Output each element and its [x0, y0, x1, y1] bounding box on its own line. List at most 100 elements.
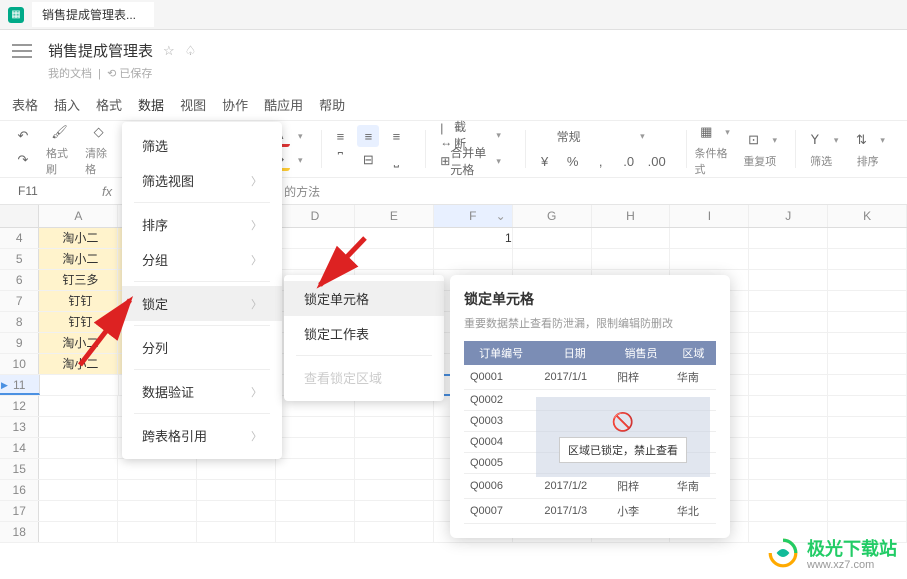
cell[interactable]: [749, 354, 828, 374]
cell[interactable]: [39, 459, 118, 479]
menu-validate[interactable]: 数据验证〉: [122, 374, 282, 409]
cell[interactable]: [197, 501, 276, 521]
cell[interactable]: [276, 438, 355, 458]
menu-insert[interactable]: 插入: [54, 95, 80, 114]
row-header[interactable]: 10: [0, 354, 39, 374]
col-header[interactable]: I: [670, 205, 749, 227]
cell[interactable]: [276, 522, 355, 542]
col-header[interactable]: A: [39, 205, 118, 227]
cell[interactable]: [276, 417, 355, 437]
menu-view[interactable]: 视图: [180, 95, 206, 114]
bell-icon[interactable]: ♤: [185, 43, 197, 59]
cell[interactable]: [828, 417, 907, 437]
cell[interactable]: 淘小二: [39, 228, 118, 248]
dup-icon[interactable]: ⊡: [743, 129, 765, 151]
cell[interactable]: [828, 249, 907, 269]
align-bottom-icon[interactable]: ⎵: [385, 149, 407, 171]
cell[interactable]: [828, 270, 907, 290]
cell[interactable]: [749, 312, 828, 332]
col-header[interactable]: G: [513, 205, 592, 227]
name-box[interactable]: F11: [12, 182, 82, 200]
menu-group[interactable]: 分组〉: [122, 242, 282, 277]
row-header[interactable]: 16: [0, 480, 39, 500]
cell[interactable]: [828, 228, 907, 248]
select-all-corner[interactable]: [0, 205, 39, 227]
cell[interactable]: [670, 249, 749, 269]
cell[interactable]: [828, 291, 907, 311]
redo-icon[interactable]: ↷: [12, 149, 34, 171]
cell[interactable]: [355, 459, 434, 479]
align-left-icon[interactable]: ≡: [329, 125, 351, 147]
menu-cross[interactable]: 跨表格引用〉: [122, 418, 282, 453]
menu-collab[interactable]: 协作: [222, 95, 248, 114]
cell[interactable]: [828, 480, 907, 500]
cell[interactable]: [39, 480, 118, 500]
menu-format[interactable]: 格式: [96, 95, 122, 114]
menu-filter[interactable]: 筛选: [122, 128, 282, 163]
cell[interactable]: [828, 375, 907, 395]
col-header[interactable]: D: [276, 205, 355, 227]
cell[interactable]: [828, 312, 907, 332]
row-header[interactable]: 15: [0, 459, 39, 479]
cell[interactable]: [355, 417, 434, 437]
clear-format-icon[interactable]: ◇: [88, 121, 110, 143]
cell[interactable]: [39, 438, 118, 458]
cell[interactable]: [197, 522, 276, 542]
cell[interactable]: [276, 480, 355, 500]
comma-icon[interactable]: ,: [590, 150, 612, 172]
menu-help[interactable]: 帮助: [319, 95, 345, 114]
row-header[interactable]: 12: [0, 396, 39, 416]
cell[interactable]: [355, 438, 434, 458]
cell[interactable]: [39, 417, 118, 437]
cell[interactable]: [355, 480, 434, 500]
cell[interactable]: [276, 459, 355, 479]
row-header[interactable]: 17: [0, 501, 39, 521]
cell[interactable]: [118, 501, 197, 521]
cell[interactable]: [39, 522, 118, 542]
menu-data[interactable]: 数据: [138, 95, 164, 114]
cell[interactable]: [355, 501, 434, 521]
align-top-icon[interactable]: ⎴: [329, 149, 351, 171]
sort-icon[interactable]: ⇅: [850, 129, 872, 151]
col-header[interactable]: J: [749, 205, 828, 227]
menu-sort[interactable]: 排序〉: [122, 207, 282, 242]
undo-icon[interactable]: ↶: [12, 125, 34, 147]
percent-icon[interactable]: %: [562, 150, 584, 172]
row-header[interactable]: 9: [0, 333, 39, 353]
cell[interactable]: [513, 228, 592, 248]
cell[interactable]: [39, 501, 118, 521]
row-header[interactable]: 14: [0, 438, 39, 458]
cond-format-icon[interactable]: ▦: [695, 121, 717, 143]
star-icon[interactable]: ☆: [163, 43, 175, 59]
cell[interactable]: [197, 480, 276, 500]
col-header[interactable]: E: [355, 205, 434, 227]
cell[interactable]: [749, 228, 828, 248]
cell[interactable]: [749, 501, 828, 521]
menu-coolapp[interactable]: 酷应用: [264, 95, 303, 114]
align-middle-icon[interactable]: ⊟: [357, 149, 379, 171]
cell[interactable]: [749, 438, 828, 458]
cell[interactable]: [749, 396, 828, 416]
menu-table[interactable]: 表格: [12, 95, 38, 114]
cell[interactable]: [355, 522, 434, 542]
cell[interactable]: 1: [434, 228, 513, 248]
cell[interactable]: [276, 501, 355, 521]
cell[interactable]: [118, 480, 197, 500]
cell[interactable]: [749, 270, 828, 290]
cell[interactable]: [828, 354, 907, 374]
align-center-icon[interactable]: ≡: [357, 125, 379, 147]
submenu-lock-sheet[interactable]: 锁定工作表: [284, 316, 444, 351]
row-header[interactable]: 13: [0, 417, 39, 437]
currency-icon[interactable]: ¥: [534, 150, 556, 172]
filter-icon[interactable]: 𝖸: [804, 129, 826, 151]
cell[interactable]: [749, 417, 828, 437]
cell[interactable]: [670, 228, 749, 248]
row-header[interactable]: 6: [0, 270, 39, 290]
cell[interactable]: [197, 459, 276, 479]
app-home-icon[interactable]: ▦: [8, 7, 24, 23]
row-header[interactable]: 18: [0, 522, 39, 542]
row-header[interactable]: 7: [0, 291, 39, 311]
menu-filter-view[interactable]: 筛选视图〉: [122, 163, 282, 198]
col-header[interactable]: K: [828, 205, 907, 227]
cell[interactable]: [513, 249, 592, 269]
